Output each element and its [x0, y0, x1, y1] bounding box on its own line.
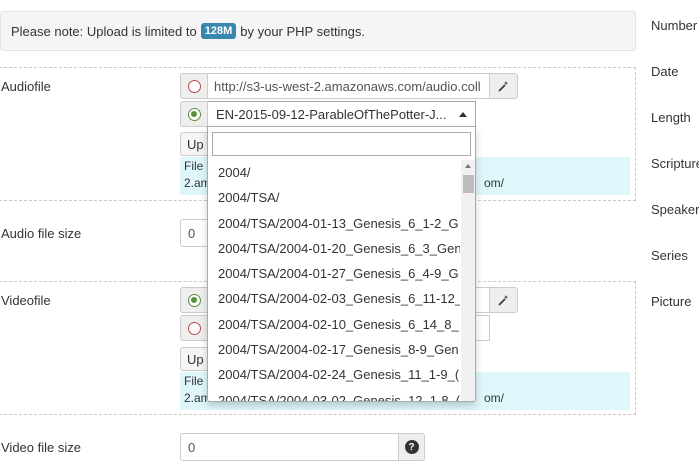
- video-file-size-input[interactable]: 0: [180, 433, 399, 461]
- question-icon: ?: [404, 440, 419, 454]
- audio-file-dropdown[interactable]: 2004/ 2004/TSA/ 2004/TSA/2004-01-13_Gene…: [207, 126, 476, 402]
- videofile-label: Videofile: [1, 293, 51, 308]
- label-speaker: Speaker: [651, 202, 699, 217]
- dropdown-scrollbar[interactable]: [461, 160, 475, 401]
- dropdown-option[interactable]: 2004/TSA/2004-01-20_Genesis_6_3_Gen: [208, 236, 460, 261]
- dropdown-option[interactable]: 2004/TSA/2004-01-27_Genesis_6_4-9_G: [208, 261, 460, 286]
- dropdown-option[interactable]: 2004/TSA/2004-01-13_Genesis_6_1-2_G: [208, 211, 460, 236]
- audio-file-select[interactable]: EN-2015-09-12-ParableOfThePotter-J...: [208, 101, 476, 127]
- notice-suffix: by your PHP settings.: [240, 23, 366, 39]
- audio-url-input[interactable]: http://s3-us-west-2.amazonaws.com/audio.…: [208, 73, 490, 99]
- dropdown-option[interactable]: 2004/TSA/2004-02-17_Genesis_8-9_Gen: [208, 337, 460, 362]
- notice-prefix: Please note: Upload is limited to: [11, 23, 197, 39]
- video-select-radio[interactable]: [180, 287, 208, 313]
- video-file-size-label: Video file size: [1, 440, 81, 455]
- video-info-line2-end: om/: [483, 391, 504, 405]
- upload-limit-notice: Please note: Upload is limited to 128M b…: [0, 11, 636, 51]
- label-picture: Picture: [651, 294, 692, 309]
- dropdown-option[interactable]: 2004/: [208, 160, 460, 185]
- dropdown-options-list: 2004/ 2004/TSA/ 2004/TSA/2004-01-13_Gene…: [208, 160, 460, 401]
- audio-file-size-label: Audio file size: [1, 226, 82, 241]
- magic-wand-icon: [497, 295, 508, 306]
- dropdown-option[interactable]: 2004/TSA/: [208, 185, 460, 210]
- audio-info-line2-end: om/: [483, 176, 504, 190]
- audio-url-wand-button[interactable]: [490, 73, 518, 99]
- video-url-wand-button[interactable]: [490, 287, 518, 313]
- audio-selected-file: EN-2015-09-12-ParableOfThePotter-J...: [216, 106, 447, 122]
- label-series: Series: [651, 248, 688, 263]
- scrollbar-thumb[interactable]: [463, 175, 474, 193]
- label-scripture: Scripture: [651, 156, 699, 171]
- video-size-help-button[interactable]: ?: [399, 433, 425, 461]
- dropdown-search-input[interactable]: [212, 132, 471, 156]
- caret-up-icon: [459, 111, 467, 117]
- dropdown-option[interactable]: 2004/TSA/2004-02-03_Genesis_6_11-12_: [208, 286, 460, 311]
- label-number: Number: [651, 18, 698, 33]
- label-length: Length: [651, 110, 691, 125]
- dropdown-option[interactable]: 2004/TSA/2004-02-10_Genesis_6_14_8_: [208, 312, 460, 337]
- scroll-up-arrow-icon[interactable]: [465, 164, 471, 168]
- video-url-radio[interactable]: [180, 315, 208, 341]
- dropdown-option[interactable]: 2004/TSA/2004-03-02_Genesis_12_1-8_(: [208, 388, 460, 401]
- audio-url-radio[interactable]: [180, 73, 208, 99]
- audio-select-radio[interactable]: [180, 101, 208, 127]
- upload-limit-badge: 128M: [200, 23, 237, 39]
- audiofile-label: Audiofile: [1, 79, 51, 94]
- dropdown-option[interactable]: 2004/TSA/2004-02-24_Genesis_11_1-9_(: [208, 362, 460, 387]
- magic-wand-icon: [497, 81, 508, 92]
- label-date: Date: [651, 64, 679, 79]
